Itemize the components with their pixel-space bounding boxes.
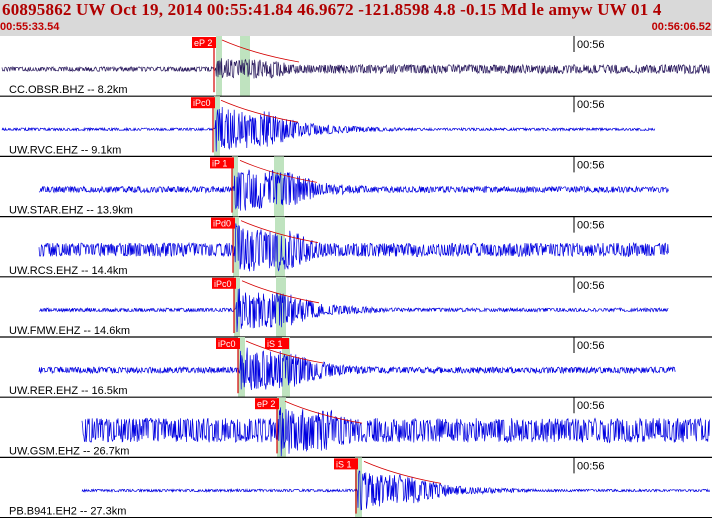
waveform-trace[interactable]	[38, 169, 669, 211]
pick-label: iPc0	[218, 339, 236, 349]
station-label: PB.B941.EH2 -- 27.3km	[9, 506, 126, 518]
pick-label: eP 2	[257, 399, 275, 409]
start-time: 00:55:33.54	[0, 21, 60, 33]
station-label: UW.RER.EHZ -- 16.5km	[9, 385, 128, 397]
pick-label: iS 1	[336, 459, 352, 469]
time-tick-label: 00:56	[577, 159, 605, 171]
waveform-trace[interactable]	[38, 347, 676, 391]
station-label: CC.OBSR.BHZ -- 8.2km	[9, 84, 128, 96]
pick-label: eP 2	[194, 38, 212, 48]
time-tick-label: 00:56	[577, 340, 605, 352]
coda-curve	[363, 461, 442, 484]
station-label: UW.RCS.EHZ -- 14.4km	[9, 265, 128, 277]
time-tick-label: 00:56	[577, 400, 605, 412]
time-tick-label: 00:56	[577, 99, 605, 111]
pick-label-secondary: iS 1	[267, 339, 283, 349]
coda-curve	[221, 39, 300, 63]
seismogram-svg[interactable]: 00:56 eP 2 CC.OBSR.BHZ -- 8.2km 00:56 iPc0 UW…	[0, 36, 712, 519]
time-tick-label: 00:56	[577, 460, 605, 472]
event-title: 60895862 UW Oct 19, 2014 00:55:41.84 46.…	[2, 0, 662, 19]
pick-label: iPc0	[193, 98, 211, 108]
waveform-trace[interactable]	[81, 470, 710, 511]
time-tick-label: 00:56	[577, 280, 605, 292]
station-label: UW.RVC.EHZ -- 9.1km	[9, 144, 121, 156]
time-tick-label: 00:56	[577, 220, 605, 232]
waveform-trace[interactable]	[81, 407, 710, 457]
station-label: UW.FMW.EHZ -- 14.6km	[9, 325, 130, 337]
pick-label: iPc0	[214, 279, 232, 289]
waveform-trace[interactable]	[38, 288, 669, 333]
event-header: 60895862 UW Oct 19, 2014 00:55:41.84 46.…	[0, 0, 712, 36]
station-label: UW.GSM.EHZ -- 26.7km	[9, 445, 129, 457]
seismogram-panel[interactable]: 00:56 eP 2 CC.OBSR.BHZ -- 8.2km 00:56 iPc0 UW…	[0, 36, 712, 519]
waveform-trace[interactable]	[1, 58, 710, 79]
station-label: UW.STAR.EHZ -- 13.9km	[9, 205, 133, 217]
end-time: 00:56:06.52	[651, 21, 711, 33]
pick-label: iPd0	[213, 219, 231, 229]
time-tick-label: 00:56	[577, 39, 605, 51]
pick-label: iP 1	[212, 158, 227, 168]
